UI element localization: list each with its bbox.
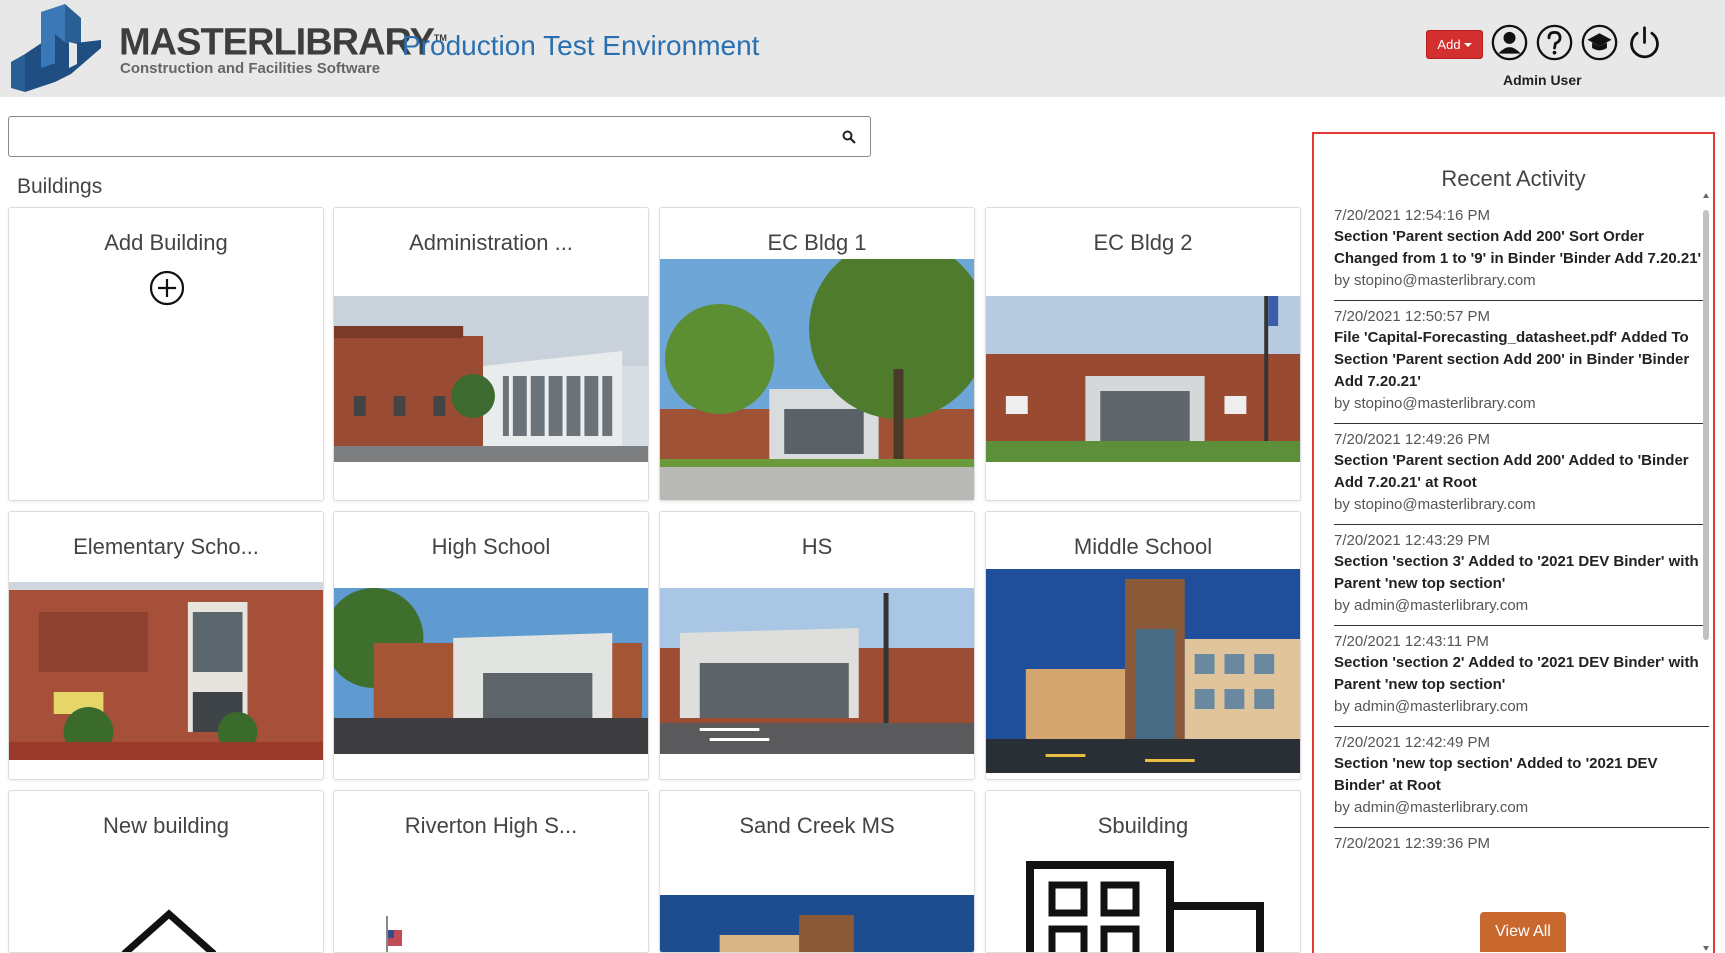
flag-icon (386, 916, 402, 952)
activity-message: Section 'new top section' Added to '2021… (1334, 755, 1658, 794)
building-name: Elementary Scho... (73, 534, 259, 559)
building-name: High School (431, 534, 551, 559)
activity-time: 7/20/2021 12:42:49 PM (1334, 734, 1490, 751)
building-card[interactable]: Elementary Scho... (8, 511, 324, 780)
recent-activity-panel: Recent Activity 7/20/2021 12:54:16 PM Se… (1312, 132, 1715, 953)
building-photo (660, 259, 974, 500)
activity-item: 7/20/2021 12:43:29 PM Section 'section 3… (1334, 525, 1709, 626)
building-card[interactable]: EC Bldg 2 (985, 207, 1301, 501)
building-photo (660, 588, 974, 754)
app-header: MASTERLIBRARYTM Construction and Facilit… (0, 0, 1725, 97)
graduation-cap-icon[interactable] (1581, 24, 1618, 61)
building-card[interactable]: HS (659, 511, 975, 780)
building-name: Riverton High S... (404, 813, 578, 838)
activity-time: 7/20/2021 12:43:29 PM (1334, 532, 1490, 549)
activity-item: 7/20/2021 12:50:57 PM File 'Capital-Fore… (1334, 301, 1709, 424)
activity-time: 7/20/2021 12:39:36 PM (1334, 835, 1490, 852)
building-card[interactable]: Administration ... (333, 207, 649, 501)
add-button[interactable]: Add (1426, 30, 1483, 59)
building-photo (660, 895, 974, 952)
building-card[interactable]: EC Bldg 1 (659, 207, 975, 501)
building-name: Sbuilding (1097, 813, 1189, 838)
masterlibrary-logo-icon[interactable] (11, 4, 111, 94)
activity-scrollbar[interactable] (1701, 192, 1711, 952)
buildings-heading: Buildings (17, 175, 103, 198)
user-icon[interactable] (1491, 24, 1528, 61)
activity-author: by stopino@masterlibrary.com (1334, 395, 1536, 412)
building-card[interactable]: Riverton High S... (333, 790, 649, 953)
building-name: Middle School (1073, 534, 1213, 559)
building-name: EC Bldg 2 (1093, 230, 1193, 255)
search-icon[interactable] (842, 130, 856, 144)
environment-title: Production Test Environment (402, 30, 760, 61)
activity-item: 7/20/2021 12:42:49 PM Section 'new top s… (1334, 727, 1709, 828)
activity-time: 7/20/2021 12:50:57 PM (1334, 308, 1490, 325)
building-name: Administration ... (409, 230, 573, 255)
building-card[interactable]: Sand Creek MS (659, 790, 975, 953)
scroll-thumb[interactable] (1703, 210, 1709, 640)
building-card[interactable]: Middle School (985, 511, 1301, 780)
activity-time: 7/20/2021 12:43:11 PM (1334, 633, 1489, 650)
activity-author: by stopino@masterlibrary.com (1334, 272, 1536, 289)
search-bar (8, 116, 871, 157)
building-photo (334, 296, 648, 462)
brand-tagline: Construction and Facilities Software (120, 60, 381, 77)
add-button-label: Add (1437, 37, 1461, 52)
activity-author: by admin@masterlibrary.com (1334, 698, 1529, 715)
power-icon[interactable] (1626, 24, 1663, 61)
building-outline-icon (1026, 861, 1264, 952)
activity-list: 7/20/2021 12:54:16 PM Section 'Parent se… (1334, 200, 1709, 862)
building-name: EC Bldg 1 (767, 230, 867, 255)
activity-message: Section 'section 3' Added to '2021 DEV B… (1334, 553, 1699, 592)
activity-author: by admin@masterlibrary.com (1334, 799, 1529, 816)
building-photo (334, 588, 648, 754)
activity-message: Section 'Parent section Add 200' Sort Or… (1334, 228, 1702, 267)
building-photo (986, 569, 1300, 773)
scroll-down-arrow-icon[interactable] (1702, 944, 1710, 952)
activity-author: by admin@masterlibrary.com (1334, 597, 1529, 614)
building-photo (986, 296, 1300, 462)
caret-down-icon (1463, 42, 1472, 47)
search-input[interactable] (17, 123, 827, 150)
building-name: HS (801, 534, 833, 559)
building-card[interactable]: Sbuilding (985, 790, 1301, 953)
building-photo (9, 582, 323, 760)
building-name: Sand Creek MS (739, 813, 895, 838)
activity-message: Section 'Parent section Add 200' Added t… (1334, 452, 1689, 491)
building-card[interactable]: New building (8, 790, 324, 953)
building-name: New building (103, 813, 229, 838)
activity-message: File 'Capital-Forecasting_datasheet.pdf'… (1334, 329, 1690, 390)
add-building-card[interactable]: Add Building (8, 207, 324, 501)
activity-time: 7/20/2021 12:54:16 PM (1334, 207, 1490, 224)
activity-item: 7/20/2021 12:49:26 PM Section 'Parent se… (1334, 424, 1709, 525)
add-building-label: Add Building (104, 230, 228, 255)
current-user-name: Admin User (1503, 72, 1582, 88)
activity-item: 7/20/2021 12:54:16 PM Section 'Parent se… (1334, 200, 1709, 301)
activity-item: 7/20/2021 12:43:11 PM Section 'section 2… (1334, 626, 1709, 727)
brand-name: MASTERLIBRARYTM (119, 21, 447, 64)
activity-time: 7/20/2021 12:49:26 PM (1334, 431, 1490, 448)
help-icon[interactable] (1536, 24, 1573, 61)
activity-author: by stopino@masterlibrary.com (1334, 496, 1536, 513)
activity-item: 7/20/2021 12:39:36 PM (1334, 828, 1709, 862)
house-outline-icon (121, 909, 217, 952)
building-card[interactable]: High School (333, 511, 649, 780)
recent-activity-title: Recent Activity (1441, 166, 1586, 191)
view-all-button[interactable]: View All (1480, 912, 1566, 952)
plus-circle-icon[interactable] (149, 270, 185, 306)
scroll-up-arrow-icon[interactable] (1702, 192, 1710, 200)
activity-message: Section 'section 2' Added to '2021 DEV B… (1334, 654, 1699, 693)
